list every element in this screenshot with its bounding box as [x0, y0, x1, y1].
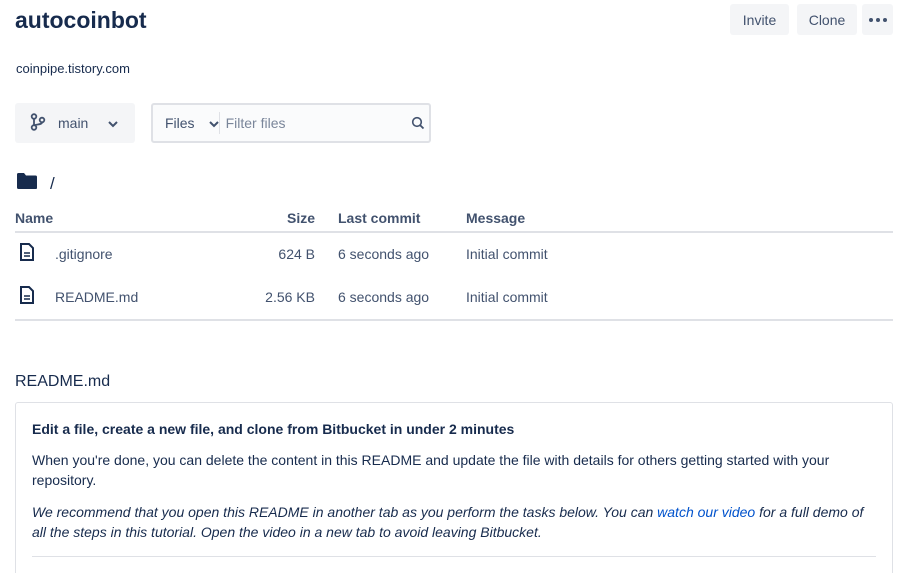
search-icon[interactable]	[407, 116, 429, 130]
column-header-size[interactable]: Size	[287, 210, 315, 226]
readme-filename: README.md	[15, 373, 111, 390]
column-header-name[interactable]: Name	[15, 210, 53, 226]
more-horizontal-icon	[868, 17, 887, 22]
readme-heading: Edit a file, create a new file, and clon…	[32, 421, 515, 437]
last-commit-time: 6 seconds ago	[338, 289, 430, 305]
file-table: Name Size Last commit Message .gitignore…	[15, 206, 893, 321]
branch-icon	[30, 112, 46, 134]
invite-button[interactable]: Invite	[730, 4, 789, 35]
file-icon	[19, 286, 35, 307]
readme-panel: Edit a file, create a new file, and clon…	[15, 402, 893, 573]
table-row[interactable]: .gitignore 624 B 6 seconds ago Initial c…	[15, 233, 893, 276]
table-bottom-border	[15, 319, 893, 321]
filter-files-input[interactable]	[219, 106, 407, 140]
file-size: 624 B	[278, 246, 315, 262]
repo-description: coinpipe.tistory.com	[16, 61, 130, 76]
readme-paragraph: When you're done, you can delete the con…	[32, 452, 830, 488]
file-icon	[19, 243, 35, 264]
divider	[32, 556, 876, 557]
commit-message-link[interactable]: Initial commit	[466, 246, 548, 262]
column-header-message[interactable]: Message	[466, 210, 525, 226]
clone-button[interactable]: Clone	[797, 4, 857, 35]
files-dropdown[interactable]: Files	[153, 105, 219, 141]
folder-icon[interactable]	[16, 172, 38, 195]
readme-paragraph-italic: We recommend that you open this README i…	[32, 502, 876, 542]
path-root[interactable]: /	[50, 174, 55, 194]
files-dropdown-label: Files	[165, 115, 195, 131]
more-actions-button[interactable]	[862, 4, 893, 35]
file-name-link[interactable]: README.md	[55, 289, 138, 305]
branch-selector[interactable]: main	[15, 103, 135, 143]
file-filter: Files	[151, 103, 431, 143]
table-header: Name Size Last commit Message	[15, 206, 893, 233]
file-name-link[interactable]: .gitignore	[55, 246, 113, 262]
commit-message-link[interactable]: Initial commit	[466, 289, 548, 305]
last-commit-time: 6 seconds ago	[338, 246, 430, 262]
readme-text: We recommend that you open this README i…	[32, 504, 658, 520]
column-header-last-commit[interactable]: Last commit	[338, 210, 420, 226]
breadcrumb: /	[16, 172, 55, 195]
file-size: 2.56 KB	[265, 289, 315, 305]
branch-label: main	[58, 115, 89, 131]
repo-title: autocoinbot	[15, 7, 147, 33]
table-row[interactable]: README.md 2.56 KB 6 seconds ago Initial …	[15, 276, 893, 319]
chevron-down-icon	[108, 115, 119, 131]
watch-video-link[interactable]: watch our video	[657, 504, 755, 520]
chevron-down-icon	[208, 115, 219, 131]
